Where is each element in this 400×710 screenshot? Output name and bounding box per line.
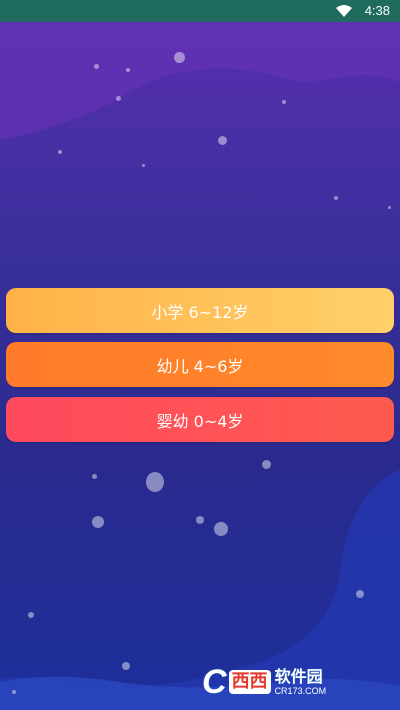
kindergarten-label: 幼儿 4~6岁 <box>156 356 244 376</box>
infant-button[interactable]: 婴幼 0~4岁 <box>6 397 394 442</box>
watermark-domain: CR173.COM <box>274 685 327 696</box>
status-bar: 4:38 <box>0 0 400 22</box>
app-screen: 4:38 小学 6~12岁 幼儿 4~6岁 婴幼 0~4岁 C 西西 软件园 C… <box>0 0 400 710</box>
site-watermark: C 西西 软件园 CR173.COM <box>202 664 382 700</box>
kindergarten-button[interactable]: 幼儿 4~6岁 <box>6 342 394 387</box>
watermark-brand-red: 西西 <box>228 670 271 694</box>
watermark-letter: C <box>202 663 227 701</box>
snow-dot <box>214 522 228 536</box>
snow-dot <box>218 136 227 145</box>
primary-school-label: 小学 6~12岁 <box>151 302 249 322</box>
snow-dot <box>116 96 121 101</box>
primary-school-button[interactable]: 小学 6~12岁 <box>6 288 394 333</box>
snow-dot <box>146 472 164 492</box>
snow-dot <box>122 662 130 670</box>
snow-dot <box>282 100 286 104</box>
snow-dot <box>12 690 16 694</box>
snow-dot <box>94 64 99 69</box>
snow-dot <box>174 52 185 63</box>
snow-dot <box>126 68 130 72</box>
watermark-brand-name: 软件园 <box>274 666 323 686</box>
snow-dot <box>92 474 97 479</box>
snow-dot <box>92 516 104 528</box>
wifi-icon <box>336 5 352 17</box>
snow-dot <box>58 150 62 154</box>
snow-dot <box>388 206 391 209</box>
snow-dot <box>356 590 364 598</box>
snow-dot <box>142 164 145 167</box>
watermark-logo: 西西 软件园 CR173.COM <box>228 666 327 696</box>
infant-label: 婴幼 0~4岁 <box>156 411 244 431</box>
watermark-text-box: 软件园 CR173.COM <box>274 666 327 696</box>
snow-dot <box>196 516 204 524</box>
snow-dot <box>262 460 271 469</box>
snow-dot <box>334 196 338 200</box>
status-time: 4:38 <box>364 3 390 18</box>
snow-dot <box>28 612 34 618</box>
